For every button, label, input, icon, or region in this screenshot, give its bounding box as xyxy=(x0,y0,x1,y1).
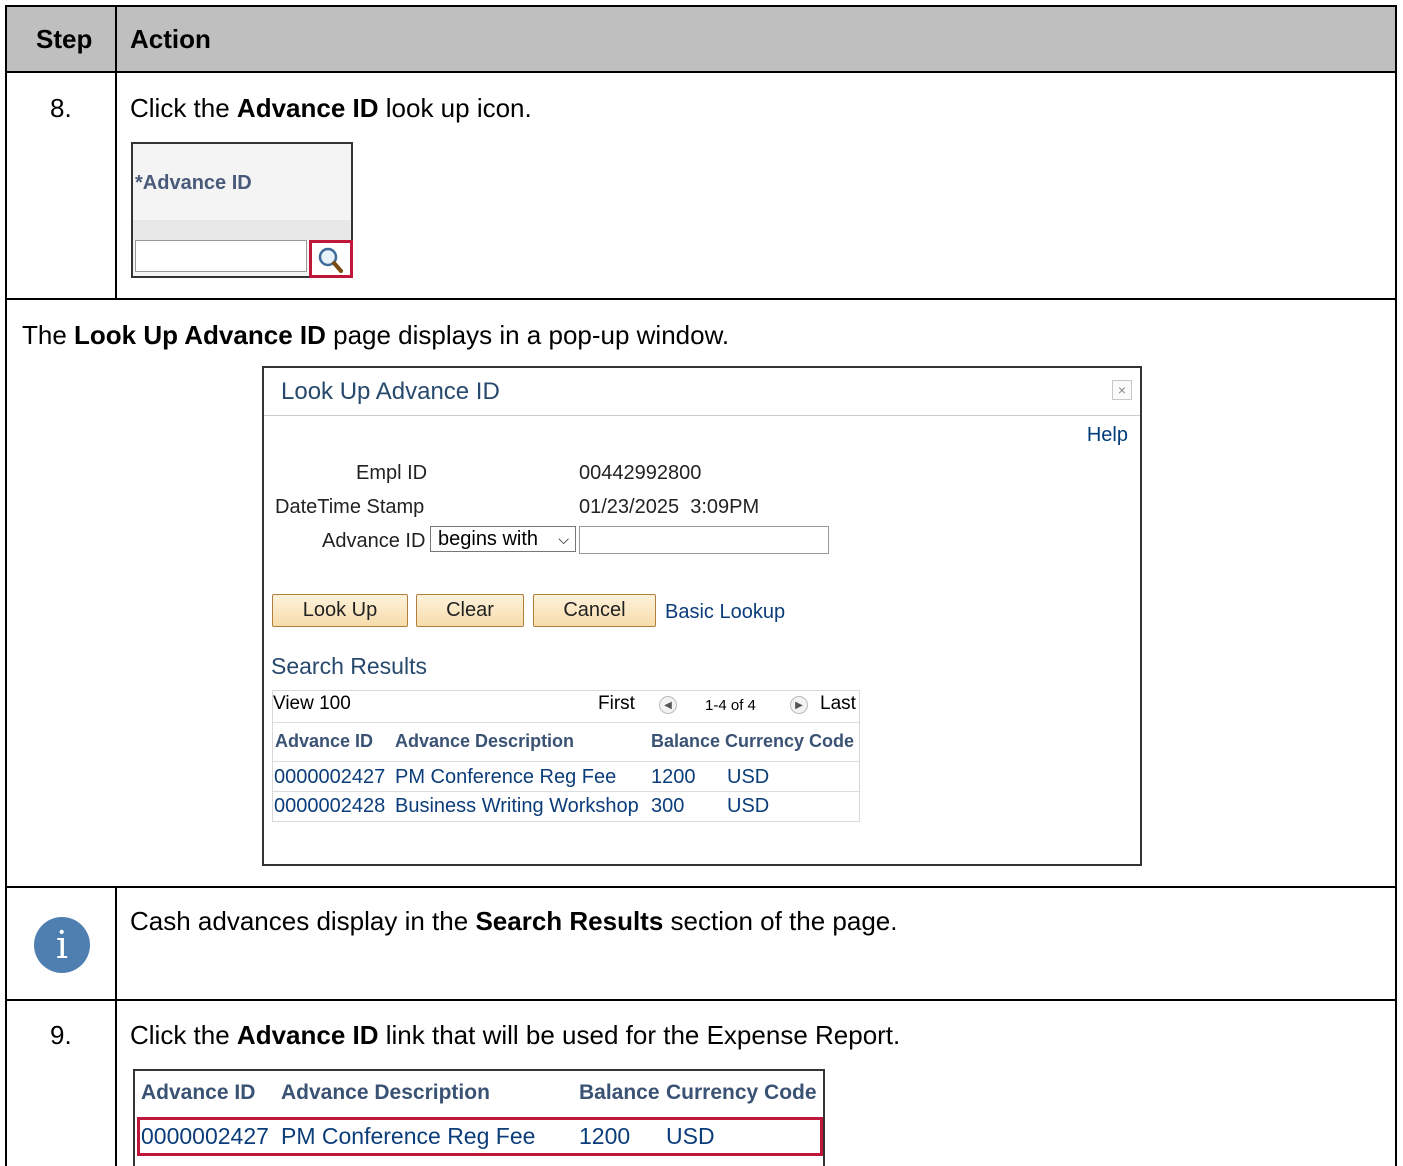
clear-button[interactable]: Clear xyxy=(416,594,524,627)
column-header: Advance Description xyxy=(281,1081,490,1104)
operator-value: begins with xyxy=(438,528,539,550)
previous-icon[interactable]: ◀ xyxy=(659,696,677,714)
advance-id-link[interactable]: 0000002428 xyxy=(274,795,385,818)
advance-id-label: Advance ID xyxy=(322,530,426,552)
advance-description-link[interactable]: Business Writing Workshop xyxy=(395,795,639,818)
search-results-heading: Search Results xyxy=(271,653,427,679)
lookup-popup: Look Up Advance ID × Help Empl ID 004429… xyxy=(262,366,1142,866)
table-header-row xyxy=(6,6,1396,71)
currency-link[interactable]: USD xyxy=(727,795,769,818)
table-border-top xyxy=(5,5,1397,7)
chevron-down-icon: ⌵ xyxy=(558,531,569,547)
empl-id-value: 00442992800 xyxy=(579,462,702,484)
table-border-left xyxy=(5,5,7,1166)
datetime-label: DateTime Stamp xyxy=(275,496,425,518)
note-text: Cash advances display in the Search Resu… xyxy=(130,906,898,936)
popup-intro: The Look Up Advance ID page displays in … xyxy=(22,320,730,350)
column-header: Currency Code xyxy=(666,1081,817,1104)
first-link[interactable]: First xyxy=(598,693,635,715)
advance-id-field-snippet: *Advance ID xyxy=(131,142,353,278)
grid-divider xyxy=(273,791,859,792)
currency-link[interactable]: USD xyxy=(727,766,769,789)
column-header[interactable]: Advance Description xyxy=(395,731,574,752)
look-up-button[interactable]: Look Up xyxy=(272,594,408,627)
lookup-button[interactable] xyxy=(309,240,353,278)
grid-divider xyxy=(273,722,859,723)
advance-id-input[interactable] xyxy=(135,240,307,272)
column-header: Advance ID xyxy=(141,1081,256,1104)
operator-select[interactable]: begins with ⌵ xyxy=(430,526,576,552)
page-range: 1-4 of 4 xyxy=(705,697,756,714)
row-divider xyxy=(5,999,1397,1001)
popup-title: Look Up Advance ID xyxy=(281,378,500,405)
popup-separator xyxy=(264,415,1140,416)
advance-id-label: *Advance ID xyxy=(135,172,252,194)
header-step: Step xyxy=(36,24,93,54)
column-header[interactable]: Currency Code xyxy=(725,731,854,752)
datetime-value: 01/23/2025 3:09PM xyxy=(579,496,760,518)
last-link[interactable]: Last xyxy=(820,693,856,715)
info-icon: i xyxy=(34,917,90,973)
row-divider xyxy=(5,886,1397,888)
empl-id-label: Empl ID xyxy=(356,462,428,484)
magnifier-icon xyxy=(318,247,343,273)
column-divider xyxy=(115,886,117,1166)
advance-description-link[interactable]: PM Conference Reg Fee xyxy=(395,766,616,789)
advance-id-link[interactable]: 0000002427 xyxy=(274,766,385,789)
table-border-right xyxy=(1395,5,1397,1166)
column-header[interactable]: Advance ID xyxy=(275,731,373,752)
grid-divider xyxy=(273,761,859,762)
highlight-box xyxy=(137,1117,823,1156)
view-100-link[interactable]: View 100 xyxy=(273,693,351,715)
cancel-button[interactable]: Cancel xyxy=(533,594,656,627)
results-grid: View 100 First ◀ 1-4 of 4 ▶ Last Advance… xyxy=(272,690,860,822)
column-divider xyxy=(115,5,117,300)
step8-instruction: Click the Advance ID look up icon. xyxy=(130,93,532,123)
step-number: 9. xyxy=(50,1020,72,1050)
advance-id-search-input[interactable] xyxy=(579,526,829,554)
step9-instruction: Click the Advance ID link that will be u… xyxy=(130,1020,901,1050)
divider-band xyxy=(133,220,351,240)
close-icon[interactable]: × xyxy=(1112,380,1132,400)
row-divider xyxy=(5,298,1397,300)
balance-link[interactable]: 300 xyxy=(651,795,684,818)
next-icon[interactable]: ▶ xyxy=(790,696,808,714)
help-link[interactable]: Help xyxy=(1087,424,1128,447)
row-divider xyxy=(5,71,1397,73)
balance-link[interactable]: 1200 xyxy=(651,766,696,789)
header-action: Action xyxy=(130,24,211,54)
column-header[interactable]: Balance xyxy=(651,731,720,752)
step-number: 8. xyxy=(50,93,72,123)
column-header: Balance xyxy=(579,1081,660,1104)
basic-lookup-link[interactable]: Basic Lookup xyxy=(665,601,785,624)
